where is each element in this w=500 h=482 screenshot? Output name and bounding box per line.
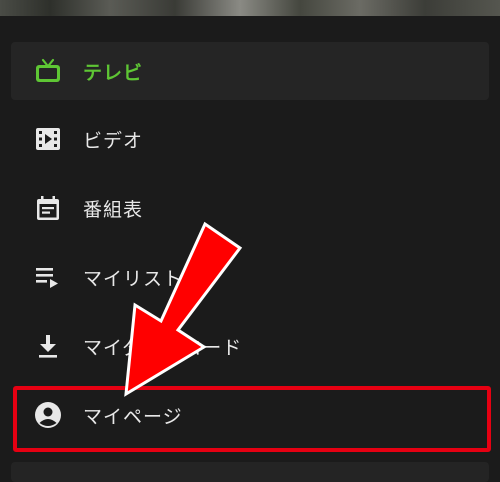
menu-item-label: マイリスト [83, 267, 184, 290]
menu-item-my-page[interactable]: マイページ [11, 386, 489, 444]
playlist-icon [33, 262, 63, 292]
menu-item-tv[interactable]: テレビ [11, 42, 489, 100]
menu-item-label: テレビ [83, 61, 144, 84]
menu-item-label: 番組表 [83, 198, 144, 221]
menu-item-partial[interactable] [11, 462, 489, 482]
download-icon [33, 331, 63, 361]
menu-item-my-download[interactable]: マイダウンロード [11, 317, 489, 375]
menu-item-label: マイダウンロード [83, 336, 243, 359]
video-thumbnail-strip [0, 0, 500, 16]
menu-item-video[interactable]: ビデオ [11, 110, 489, 168]
calendar-icon [33, 193, 63, 223]
menu-item-program-guide[interactable]: 番組表 [11, 179, 489, 237]
menu-item-label: ビデオ [83, 129, 144, 152]
account-icon [33, 400, 63, 430]
menu-item-my-list[interactable]: マイリスト [11, 248, 489, 306]
tv-icon [33, 56, 63, 86]
menu-item-label: マイページ [83, 405, 183, 428]
video-icon [33, 124, 63, 154]
